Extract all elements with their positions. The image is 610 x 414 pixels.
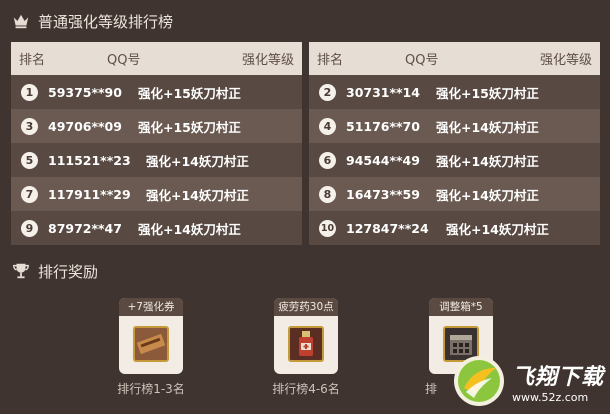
enhance-level: 强化+14妖刀村正 (146, 153, 249, 169)
rank-badge: 6 (319, 151, 336, 169)
reward-card: 疲劳药30点 (274, 298, 338, 374)
enhance-coupon-icon (133, 326, 169, 362)
watermark: 飞翔下载 www.52z.com (452, 354, 604, 408)
reward-tag: 疲劳药30点 (274, 298, 338, 316)
reward-item-1[interactable]: +7强化券 排行榜1-3名 (91, 298, 211, 397)
rank-badge: 1 (21, 83, 38, 101)
table-row: 3 49706**09 强化+15妖刀村正 (11, 109, 302, 143)
crown-icon (13, 14, 29, 29)
reward-tag: +7强化券 (119, 298, 183, 316)
ranking-title: 普通强化等级排行榜 (12, 8, 173, 34)
table-row: 7 117911**29 强化+14妖刀村正 (11, 177, 302, 211)
reward-card: +7强化券 (119, 298, 183, 374)
enhance-level: 强化+14妖刀村正 (146, 187, 249, 203)
table-row: 6 94544**49 强化+14妖刀村正 (309, 143, 600, 177)
qq-number: 30731**14 (346, 84, 420, 100)
enhance-level: 强化+14妖刀村正 (138, 221, 241, 237)
rewards-title: 排行奖励 (12, 258, 98, 284)
rank-badge: 7 (21, 185, 38, 203)
enhance-level: 强化+15妖刀村正 (138, 119, 241, 135)
reward-tag: 调整箱*5 (429, 298, 493, 316)
ranking-header: 排名 QQ号 强化等级 (309, 42, 600, 75)
table-row: 8 16473**59 强化+14妖刀村正 (309, 177, 600, 211)
qq-number: 59375**90 (48, 84, 122, 100)
trophy-icon (13, 263, 29, 279)
header-rank: 排名 (19, 53, 46, 68)
ranking-table-left: 排名 QQ号 强化等级 1 59375**90 强化+15妖刀村正 3 4970… (11, 42, 302, 245)
table-row: 1 59375**90 强化+15妖刀村正 (11, 75, 302, 109)
rank-badge: 2 (319, 83, 336, 101)
feixiang-logo-icon (453, 356, 504, 406)
rank-badge: 9 (21, 219, 38, 237)
table-row: 2 30731**14 强化+15妖刀村正 (309, 75, 600, 109)
watermark-url: www.52z.com (511, 390, 589, 404)
reward-item-2[interactable]: 疲劳药30点 排行榜4-6名 (246, 298, 366, 397)
rank-badge: 3 (21, 117, 38, 135)
reward-caption: 排行榜4-6名 (272, 382, 340, 396)
qq-number: 127847**24 (346, 220, 429, 236)
qq-number: 87972**47 (48, 220, 122, 236)
qq-number: 94544**49 (346, 152, 420, 168)
header-level: 强化等级 (539, 53, 592, 68)
ranking-title-text: 普通强化等级排行榜 (38, 12, 174, 31)
fatigue-potion-icon (288, 326, 324, 362)
rank-badge: 5 (21, 151, 38, 169)
rewards-title-text: 排行奖励 (38, 262, 99, 281)
table-row: 5 111521**23 强化+14妖刀村正 (11, 143, 302, 177)
qq-number: 117911**29 (48, 186, 131, 202)
enhance-level: 强化+14妖刀村正 (436, 187, 539, 203)
enhance-level: 强化+15妖刀村正 (436, 85, 539, 101)
enhance-level: 强化+14妖刀村正 (446, 221, 549, 237)
enhance-level: 强化+14妖刀村正 (436, 119, 539, 135)
qq-number: 111521**23 (48, 152, 131, 168)
qq-number: 51176**70 (346, 118, 420, 134)
table-row: 4 51176**70 强化+14妖刀村正 (309, 109, 600, 143)
header-level: 强化等级 (241, 53, 294, 68)
rank-badge: 10 (319, 219, 336, 237)
watermark-title: 飞翔下载 (511, 364, 604, 390)
enhance-level: 强化+15妖刀村正 (138, 85, 241, 101)
header-qq: QQ号 (107, 53, 141, 68)
enhance-level: 强化+14妖刀村正 (436, 153, 539, 169)
qq-number: 49706**09 (48, 118, 122, 134)
ranking-header: 排名 QQ号 强化等级 (11, 42, 302, 75)
header-qq: QQ号 (405, 53, 439, 68)
table-row: 9 87972**47 强化+14妖刀村正 (11, 211, 302, 245)
rank-badge: 8 (319, 185, 336, 203)
reward-caption: 排行榜1-3名 (117, 382, 185, 396)
rank-badge: 4 (319, 117, 336, 135)
qq-number: 16473**59 (346, 186, 420, 202)
table-row: 10 127847**24 强化+14妖刀村正 (309, 211, 600, 245)
header-rank: 排名 (317, 53, 344, 68)
ranking-table-right: 排名 QQ号 强化等级 2 30731**14 强化+15妖刀村正 4 5117… (309, 42, 600, 245)
